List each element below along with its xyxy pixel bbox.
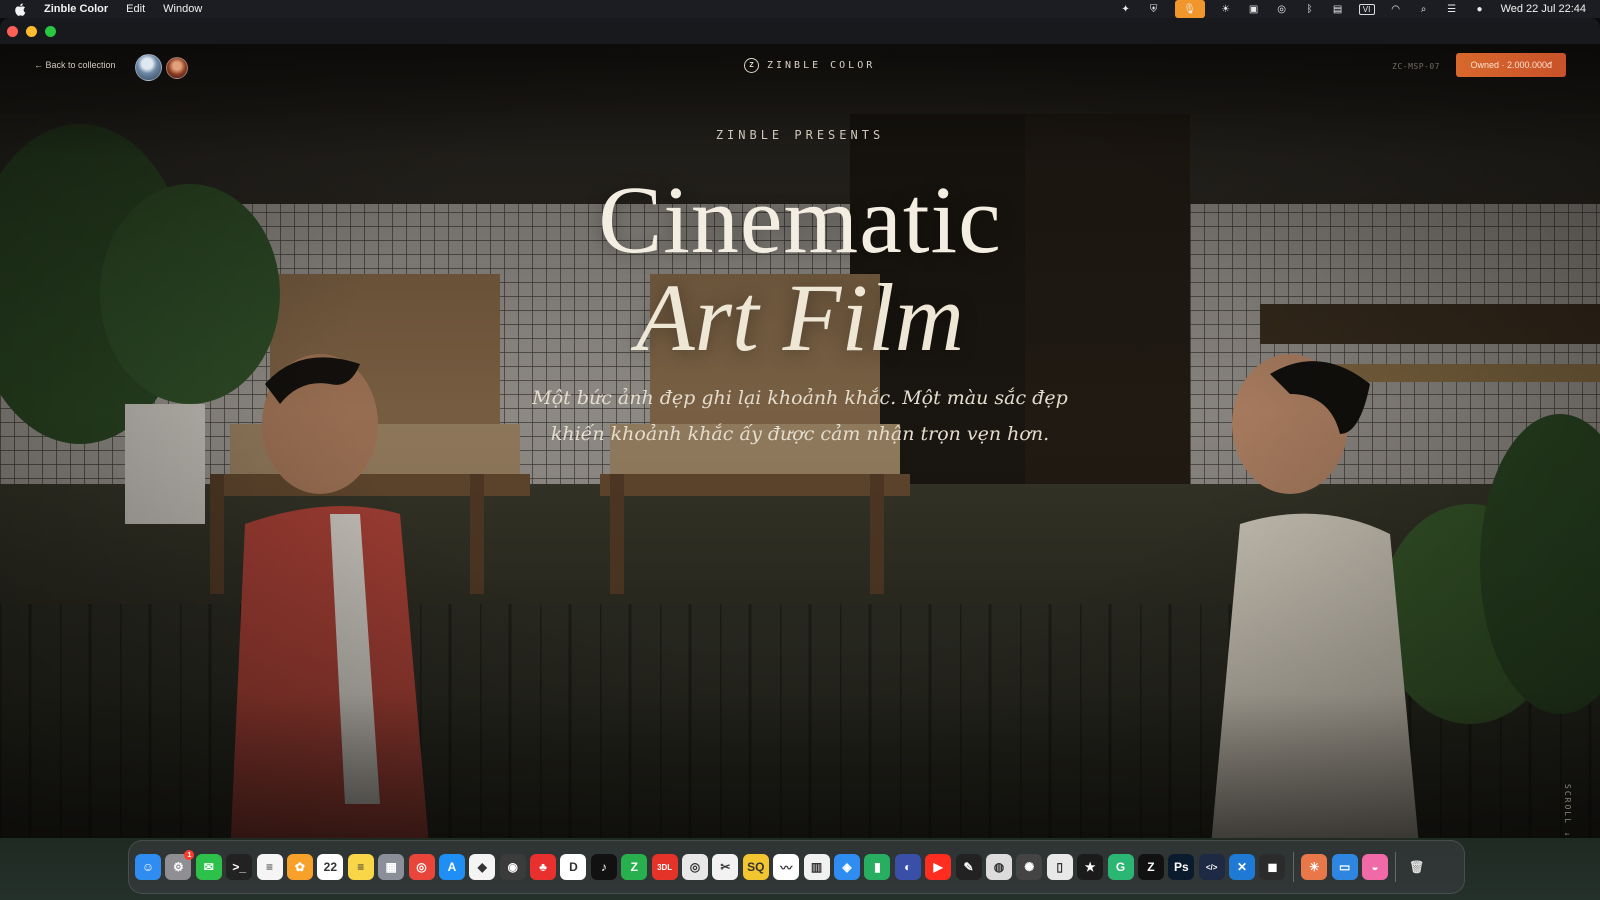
window-close-button[interactable] (7, 26, 18, 37)
menu-edit[interactable]: Edit (126, 3, 145, 15)
finder-icon[interactable]: ☺ (135, 854, 161, 880)
hero-section: ← Back to collection Z ZINBLE COLOR ZC-M… (0, 44, 1600, 856)
pink-app-icon[interactable]: ◒ (1362, 854, 1389, 880)
brightness-icon[interactable]: ☀ (1219, 3, 1233, 15)
search-icon[interactable]: ⌕ (1417, 3, 1431, 15)
input-source-icon[interactable]: VI (1358, 3, 1375, 15)
dock: ☺ ⚙ 1 ✉ >_ ≡ ✿ 22 ≡ ▦ ◎ A ◆ ◉ ♣ D ♪ Z 3DL ◎ ✂ SQ 〰 ▥ ◈ ▮ ◐ ▶ ✎ ◍ ✺ ▯ ★ G Z… (128, 840, 1465, 894)
code-editor-icon[interactable]: </> (1198, 854, 1225, 880)
capture-icon[interactable]: ◉ (499, 854, 526, 880)
hero-title-line-2: Art Film (636, 264, 964, 371)
menu-window[interactable]: Window (163, 3, 202, 15)
terminal-icon[interactable]: >_ (226, 854, 253, 880)
dropbox-icon[interactable]: D (560, 854, 587, 880)
shield-icon[interactable]: ⛨ (1147, 3, 1161, 15)
final-cut-icon[interactable]: ★ (1077, 854, 1104, 880)
display-icon[interactable]: ▣ (1247, 3, 1261, 15)
product-sku: ZC-MSP-07 (1392, 62, 1440, 71)
trash-icon[interactable]: 🗑 (1404, 854, 1430, 880)
brand-name: ZINBLE COLOR (767, 60, 876, 71)
calendar-icon[interactable]: 22 (317, 854, 344, 880)
menu-bar: Zinble Color Edit Window ✦ ⛨ 🎙 ☀ ▣ ◎ ᛒ ▤… (0, 0, 1600, 18)
numbers-icon[interactable]: ▮ (864, 854, 891, 880)
airdrop-icon[interactable]: ◎ (1275, 3, 1289, 15)
tagline-line-2: khiến khoảnh khắc ấy được cảm nhận trọn … (550, 423, 1050, 445)
dock-separator (1292, 852, 1294, 882)
avatar[interactable] (135, 54, 162, 81)
photoshop-icon[interactable]: Ps (1168, 854, 1195, 880)
colorful-app-icon[interactable]: ▥ (803, 854, 830, 880)
youtube-icon[interactable]: ▶ (925, 854, 952, 880)
avatar-secondary[interactable] (166, 57, 188, 79)
window-maximize-button[interactable] (45, 26, 56, 37)
presents-label: ZINBLE PRESENTS (715, 128, 885, 142)
green-app-icon[interactable]: Z (621, 854, 648, 880)
siri-icon[interactable]: ● (1473, 3, 1487, 15)
owned-button[interactable]: Owned · 2.000.000đ (1456, 53, 1566, 77)
claude-icon[interactable]: ✳ (1301, 854, 1328, 880)
sparkle-icon[interactable]: ✦ (1119, 3, 1133, 15)
brand-mark-icon: Z (744, 58, 759, 73)
instruments-icon[interactable]: ✎ (955, 854, 982, 880)
browser-window: ← Back to collection Z ZINBLE COLOR ZC-M… (0, 18, 1600, 856)
apple-logo-icon[interactable] (14, 2, 26, 16)
sq-icon[interactable]: SQ (742, 854, 769, 880)
davinci-icon[interactable]: ◐ (894, 854, 921, 880)
freeform-icon[interactable]: 〰 (773, 854, 800, 880)
safari-icon[interactable]: ◈ (833, 854, 860, 880)
grammarly-icon[interactable]: G (1107, 854, 1134, 880)
vscode-icon[interactable]: ✕ (1229, 854, 1256, 880)
menu-app-name[interactable]: Zinble Color (44, 3, 108, 15)
capcut-icon[interactable]: ✂ (712, 854, 739, 880)
hero-tagline: Một bức ảnh đẹp ghi lại khoảnh khắc. Một… (500, 380, 1100, 452)
top-nav: ← Back to collection Z ZINBLE COLOR ZC-M… (0, 44, 1600, 90)
tienlen-icon[interactable]: ♣ (530, 854, 557, 880)
3dl-icon[interactable]: 3DL (651, 854, 678, 880)
bluetooth-icon[interactable]: ᛒ (1303, 3, 1317, 15)
scroll-hint: SCROLL ↓ (1563, 784, 1572, 839)
script-editor-icon[interactable]: ▯ (1046, 854, 1073, 880)
microphone-icon[interactable]: 🎙 (1174, 0, 1205, 18)
notification-badge: 1 (184, 850, 195, 860)
app-store-icon[interactable]: A (438, 854, 465, 880)
disk-utility-icon[interactable]: ◍ (985, 854, 1012, 880)
notification-icon[interactable]: ▤ (1331, 3, 1345, 15)
chrome-icon[interactable]: ◎ (408, 854, 435, 880)
dock-separator (1395, 852, 1397, 882)
obs-icon[interactable]: ◎ (682, 854, 709, 880)
desktop-strip: ☺ ⚙ 1 ✉ >_ ≡ ✿ 22 ≡ ▦ ◎ A ◆ ◉ ♣ D ♪ Z 3DL ◎ ✂ SQ 〰 ▥ ◈ ▮ ◐ ▶ ✎ ◍ ✺ ▯ ★ G Z… (0, 838, 1600, 900)
window-titlebar (0, 18, 1600, 44)
zinble-app-icon[interactable]: Z (1137, 854, 1164, 880)
wechat-icon[interactable]: ✉ (195, 854, 222, 880)
brave-icon[interactable]: ◆ (469, 854, 496, 880)
notes-icon[interactable]: ≡ (347, 854, 374, 880)
cube-app-icon[interactable]: ◼ (1259, 854, 1286, 880)
reminders-icon[interactable]: ≡ (256, 854, 283, 880)
wifi-icon[interactable]: ◠ (1389, 3, 1403, 15)
menu-clock[interactable]: Wed 22 Jul 22:44 (1501, 3, 1586, 15)
hero-title-line-1: Cinematic (598, 166, 1002, 273)
screen-app-icon[interactable]: ▭ (1331, 854, 1358, 880)
back-to-collection-link[interactable]: ← Back to collection (34, 60, 116, 70)
tiktok-icon[interactable]: ♪ (590, 854, 617, 880)
system-settings-icon[interactable]: ⚙ 1 (165, 850, 195, 880)
launchpad-icon[interactable]: ▦ (378, 854, 405, 880)
window-minimize-button[interactable] (26, 26, 37, 37)
gear-app-icon[interactable]: ✺ (1016, 854, 1043, 880)
tagline-line-1: Một bức ảnh đẹp ghi lại khoảnh khắc. Một… (532, 387, 1068, 409)
control-center-icon[interactable]: ☰ (1445, 3, 1459, 15)
brand-logo[interactable]: Z ZINBLE COLOR (744, 58, 875, 73)
photos-icon[interactable]: ✿ (286, 854, 313, 880)
